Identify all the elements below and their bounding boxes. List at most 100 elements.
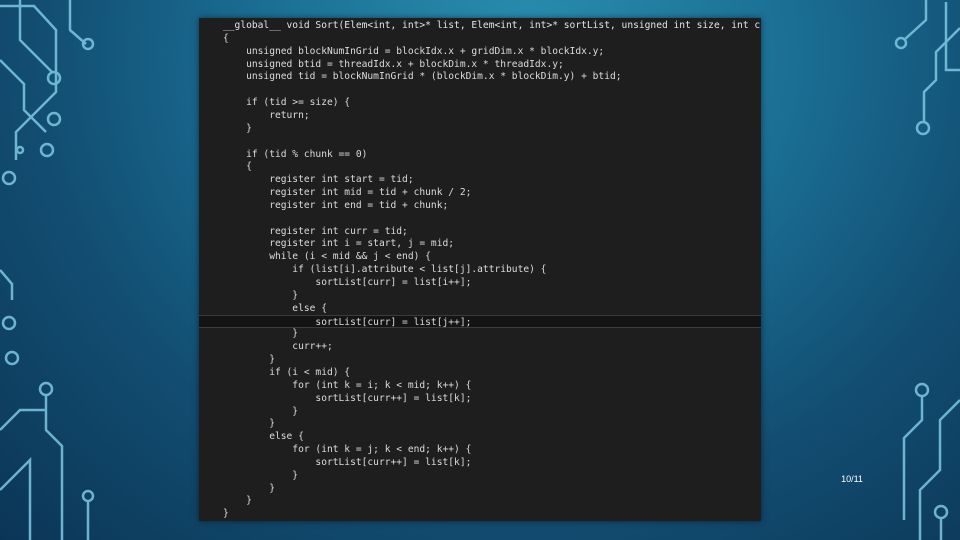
code-text: register int mid = tid + chunk / 2;: [223, 187, 472, 199]
code-text: unsigned blockNumInGrid = blockIdx.x + g…: [223, 45, 605, 57]
code-text: else {: [223, 302, 327, 314]
circuit-node: [81, 489, 95, 503]
code-line: sortList[curr++] = list[k];: [199, 456, 761, 469]
code-text: if (list[i].attribute < list[j].attribut…: [223, 264, 547, 276]
code-line: __global__ void Sort(Elem<int, int>* lis…: [199, 19, 761, 32]
code-text: }: [223, 508, 229, 520]
code-line: if (list[i].attribute < list[j].attribut…: [199, 263, 761, 276]
code-line: {: [199, 160, 761, 173]
code-text: if (i < mid) {: [223, 366, 351, 378]
code-line: register int end = tid + chunk;: [199, 199, 761, 212]
code-text: }: [223, 354, 275, 366]
code-line: for (int k = j; k < end; k++) {: [199, 443, 761, 456]
code-text: {: [223, 32, 229, 44]
circuit-node: [914, 382, 930, 398]
code-line: while (i < mid && j < end) {: [199, 250, 761, 263]
circuit-node: [1, 170, 17, 186]
code-text: register int curr = tid;: [223, 225, 408, 237]
circuit-node: [1, 315, 17, 331]
code-line-highlighted: sortList[curr] = list[j++];: [199, 314, 761, 328]
code-text: if (tid >= size) {: [223, 97, 351, 109]
circuit-trace: [18, 0, 53, 73]
code-text: sortList[curr] = list[i++];: [223, 277, 472, 288]
code-line: }: [199, 405, 761, 418]
code-text: unsigned btid = threadIdx.x + blockDim.x…: [223, 58, 564, 70]
code-text: }: [223, 328, 299, 340]
code-line: if (tid % chunk == 0): [199, 148, 761, 161]
circuit-trace: [0, 269, 14, 300]
code-line: else {: [199, 430, 761, 443]
code-line: }: [199, 469, 761, 482]
code-line: }: [199, 122, 761, 135]
code-text: }: [223, 122, 252, 134]
code-text: return;: [223, 109, 310, 121]
code-line: }: [199, 494, 761, 507]
circuit-node: [39, 142, 55, 158]
code-line: if (tid >= size) {: [199, 96, 761, 109]
circuit-node: [46, 111, 62, 127]
circuit-trace: [922, 27, 960, 122]
circuit-trace: [44, 396, 64, 540]
code-text: __global__ void Sort(Elem<int, int>* lis…: [223, 20, 761, 31]
code-line: unsigned blockNumInGrid = blockIdx.x + g…: [199, 45, 761, 58]
circuit-node: [15, 145, 25, 155]
code-line: }: [199, 507, 761, 520]
code-text: for (int k = j; k < end; k++) {: [223, 444, 472, 456]
code-line: unsigned tid = blockNumInGrid * (blockDi…: [199, 70, 761, 83]
code-text: }: [223, 469, 299, 481]
code-text: register int start = tid;: [223, 174, 414, 186]
circuit-node: [894, 36, 908, 50]
code-text: }: [223, 495, 252, 507]
code-text: register int end = tid + chunk;: [223, 199, 449, 211]
circuit-trace: [903, 0, 928, 41]
circuit-node: [915, 120, 931, 136]
code-text: unsigned tid = blockNumInGrid * (blockDi…: [223, 71, 622, 83]
code-text: }: [223, 482, 275, 494]
code-text: }: [223, 405, 299, 417]
code-line: register int mid = tid + chunk / 2;: [199, 186, 761, 199]
code-line: }: [199, 353, 761, 366]
code-text: register int i = start, j = mid;: [223, 238, 455, 250]
code-line: sortList[curr++] = list[k];: [199, 392, 761, 405]
circuit-node: [4, 350, 20, 366]
code-text: if (tid % chunk == 0): [223, 148, 368, 160]
circuit-node: [933, 504, 949, 520]
code-line: sortList[curr] = list[i++];: [199, 276, 761, 289]
code-line: }: [199, 289, 761, 302]
code-text: {: [223, 161, 252, 173]
code-text: for (int k = i; k < mid; k++) {: [223, 379, 472, 391]
circuit-node: [46, 70, 62, 86]
code-text: else {: [223, 431, 304, 443]
code-text: sortList[curr++] = list[k];: [223, 456, 472, 468]
circuit-trace: [0, 4, 58, 160]
slide-number: 10/11: [841, 474, 863, 484]
code-line: {: [199, 32, 761, 45]
code-line: else {: [199, 302, 761, 315]
code-line: unsigned btid = threadIdx.x + blockDim.x…: [199, 58, 761, 71]
code-line: return;: [199, 109, 761, 122]
code-line: curr++;: [199, 340, 761, 353]
code-text: sortList[curr] = list[j++];: [223, 316, 472, 328]
code-text: sortList[curr++] = list[k];: [223, 392, 472, 404]
circuit-trace: [0, 408, 46, 431]
code-line: for (int k = i; k < mid; k++) {: [199, 379, 761, 392]
code-line: register int start = tid;: [199, 173, 761, 186]
code-text: while (i < mid && j < end) {: [223, 251, 431, 263]
code-line: }: [199, 327, 761, 340]
code-text: }: [223, 289, 299, 301]
circuit-trace: [68, 0, 87, 45]
code-line: register int curr = tid;: [199, 225, 761, 238]
code-line: }: [199, 417, 761, 430]
circuit-trace: [0, 456, 32, 540]
code-text: curr++;: [223, 341, 333, 353]
code-editor-screenshot: __global__ void Sort(Elem<int, int>* lis…: [199, 18, 761, 521]
circuit-trace: [0, 59, 47, 133]
code-text: }: [223, 418, 275, 430]
code-line: if (i < mid) {: [199, 366, 761, 379]
circuit-node: [38, 381, 54, 397]
code-line: }: [199, 482, 761, 495]
code-line: register int i = start, j = mid;: [199, 237, 761, 250]
